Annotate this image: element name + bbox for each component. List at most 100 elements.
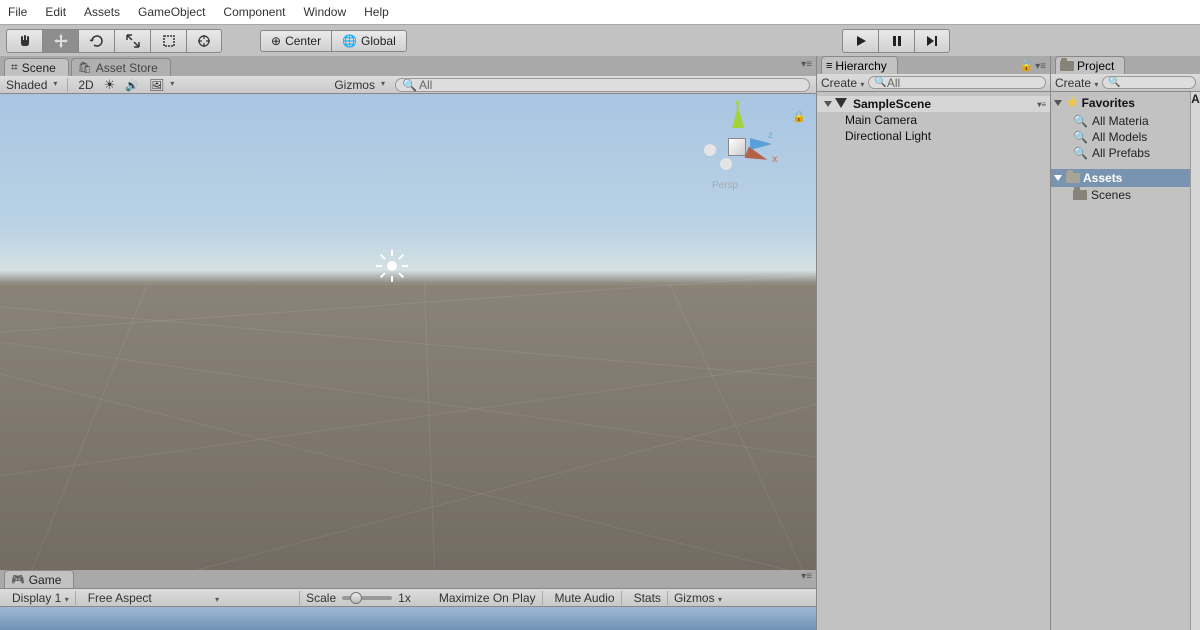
expand-icon[interactable] [824, 101, 832, 107]
search-icon: 🔍 [1073, 130, 1088, 144]
maximize-toggle[interactable]: Maximize On Play [433, 591, 543, 605]
hierarchy-icon: ≡ [826, 60, 832, 72]
transform-tool[interactable] [186, 29, 222, 53]
tab-hierarchy[interactable]: ≡Hierarchy [821, 56, 898, 74]
rotate-tool[interactable] [78, 29, 114, 53]
unity-icon [835, 98, 849, 110]
project-item-scenes[interactable]: Scenes [1051, 187, 1190, 203]
search-icon: 🔍 [1073, 146, 1088, 160]
hierarchy-menu-icon[interactable]: ▾≡ [1035, 61, 1046, 72]
rect-tool[interactable] [150, 29, 186, 53]
hand-tool[interactable] [6, 29, 42, 53]
menu-gameobject[interactable]: GameObject [138, 5, 205, 19]
lighting-toggle[interactable]: ☀ [104, 77, 116, 93]
game-panel: Display 1 ▾ Free Aspect ▾ Scale 1x Maxim… [0, 588, 816, 630]
hierarchy-create-dropdown[interactable]: Create ▾ [821, 76, 864, 90]
game-panel-menu-icon[interactable]: ▾≡ [801, 571, 812, 582]
menu-file[interactable]: File [8, 5, 27, 19]
scene-icon: ⌗ [11, 60, 18, 75]
project-body: ★Favorites 🔍All Materia 🔍All Models 🔍All… [1051, 92, 1200, 630]
project-favorites-header[interactable]: ★Favorites [1051, 92, 1190, 113]
scale-tool[interactable] [114, 29, 150, 53]
scale-slider[interactable] [342, 596, 392, 600]
axis-z-label: z [768, 130, 773, 141]
scene-tabs: ⌗Scene 🛍Asset Store ▾≡ [0, 56, 816, 76]
main-toolbar: ⊕Center 🌐Global [0, 24, 1200, 56]
persp-label: Persp [712, 180, 738, 191]
pivot-center-button[interactable]: ⊕Center [260, 30, 331, 52]
search-icon: 🔍 [1073, 114, 1088, 128]
aspect-dropdown[interactable]: Free Aspect ▾ [82, 591, 300, 605]
menu-edit[interactable]: Edit [45, 5, 66, 19]
scene-search[interactable]: 🔍All [395, 78, 810, 92]
globe-icon: 🌐 [342, 34, 357, 48]
audio-toggle[interactable]: 🔊 [125, 79, 139, 92]
project-fav-prefabs[interactable]: 🔍All Prefabs [1051, 145, 1190, 161]
project-panel: Project Create ▾ 🔍 ★Favorites 🔍All Mater… [1050, 56, 1200, 630]
scale-label: Scale [306, 591, 336, 605]
project-right-strip: A [1190, 92, 1200, 630]
pivot-group: ⊕Center 🌐Global [260, 30, 407, 52]
scene-menu-icon[interactable]: ▾≡ [1037, 100, 1046, 109]
transform-tools [6, 29, 222, 53]
mute-toggle[interactable]: Mute Audio [549, 591, 622, 605]
stats-toggle[interactable]: Stats [628, 591, 668, 605]
project-icon [1060, 61, 1074, 71]
menu-help[interactable]: Help [364, 5, 389, 19]
folder-icon [1066, 173, 1080, 183]
game-icon: 🎮 [11, 573, 25, 586]
scene-toolbar: Shaded 2D ☀ 🔊 🖼 Gizmos 🔍All [0, 76, 816, 94]
step-button[interactable] [914, 29, 950, 53]
left-column: ⌗Scene 🛍Asset Store ▾≡ Shaded 2D ☀ 🔊 🖼 G… [0, 56, 816, 630]
gizmo-lock-icon[interactable]: 🔒 [792, 110, 806, 123]
game-tabs: 🎮Game ▾≡ [0, 570, 816, 588]
hierarchy-body: SampleScene ▾≡ Main Camera Directional L… [817, 92, 1050, 630]
tab-project[interactable]: Project [1055, 56, 1125, 74]
game-toolbar: Display 1 ▾ Free Aspect ▾ Scale 1x Maxim… [0, 589, 816, 607]
scene-view[interactable]: y z x Persp 🔒 [0, 94, 816, 570]
star-icon: ★ [1066, 94, 1079, 111]
center-icon: ⊕ [271, 34, 281, 48]
project-search[interactable]: 🔍 [1102, 76, 1196, 89]
folder-icon [1073, 190, 1087, 200]
gizmos-dropdown[interactable]: Gizmos [334, 78, 385, 92]
handle-global-button[interactable]: 🌐Global [331, 30, 407, 52]
move-tool[interactable] [42, 29, 78, 53]
hierarchy-item-directional-light[interactable]: Directional Light [817, 128, 1050, 144]
axis-x-label: x [772, 154, 778, 165]
asset-store-icon: 🛍 [78, 61, 92, 74]
menu-bar: File Edit Assets GameObject Component Wi… [0, 0, 1200, 24]
directional-light-gizmo[interactable] [378, 252, 406, 280]
hierarchy-search[interactable]: 🔍All [868, 76, 1046, 89]
game-preview [0, 607, 816, 630]
project-fav-materials[interactable]: 🔍All Materia [1051, 113, 1190, 129]
tab-scene[interactable]: ⌗Scene [4, 58, 69, 76]
menu-component[interactable]: Component [223, 5, 285, 19]
effects-dropdown[interactable]: 🖼 [149, 78, 174, 92]
menu-window[interactable]: Window [303, 5, 346, 19]
project-toolbar: Create ▾ 🔍 [1051, 74, 1200, 92]
axis-y-label: y [735, 98, 741, 109]
tab-game[interactable]: 🎮Game [4, 570, 74, 588]
project-fav-models[interactable]: 🔍All Models [1051, 129, 1190, 145]
hierarchy-lock-icon[interactable]: 🔒 [1019, 59, 1033, 72]
hierarchy-scene-row[interactable]: SampleScene ▾≡ [817, 96, 1050, 112]
play-controls [842, 29, 950, 53]
panel-menu-icon[interactable]: ▾≡ [801, 59, 812, 70]
orientation-gizmo[interactable]: y z x Persp [702, 112, 772, 182]
draw-mode-dropdown[interactable]: Shaded [6, 78, 57, 92]
hierarchy-item-main-camera[interactable]: Main Camera [817, 112, 1050, 128]
search-icon: 🔍 [402, 78, 417, 92]
toggle-2d[interactable]: 2D [67, 78, 93, 92]
play-button[interactable] [842, 29, 878, 53]
main-area: ⌗Scene 🛍Asset Store ▾≡ Shaded 2D ☀ 🔊 🖼 G… [0, 56, 1200, 630]
scale-value: 1x [398, 591, 411, 605]
pause-button[interactable] [878, 29, 914, 53]
menu-assets[interactable]: Assets [84, 5, 120, 19]
game-gizmos-dropdown[interactable]: Gizmos ▾ [674, 591, 722, 605]
display-dropdown[interactable]: Display 1 ▾ [6, 591, 76, 605]
tab-asset-store[interactable]: 🛍Asset Store [71, 58, 171, 76]
hierarchy-toolbar: Create ▾ 🔍All [817, 74, 1050, 92]
project-create-dropdown[interactable]: Create ▾ [1055, 76, 1098, 90]
project-assets-header[interactable]: Assets [1051, 169, 1190, 187]
